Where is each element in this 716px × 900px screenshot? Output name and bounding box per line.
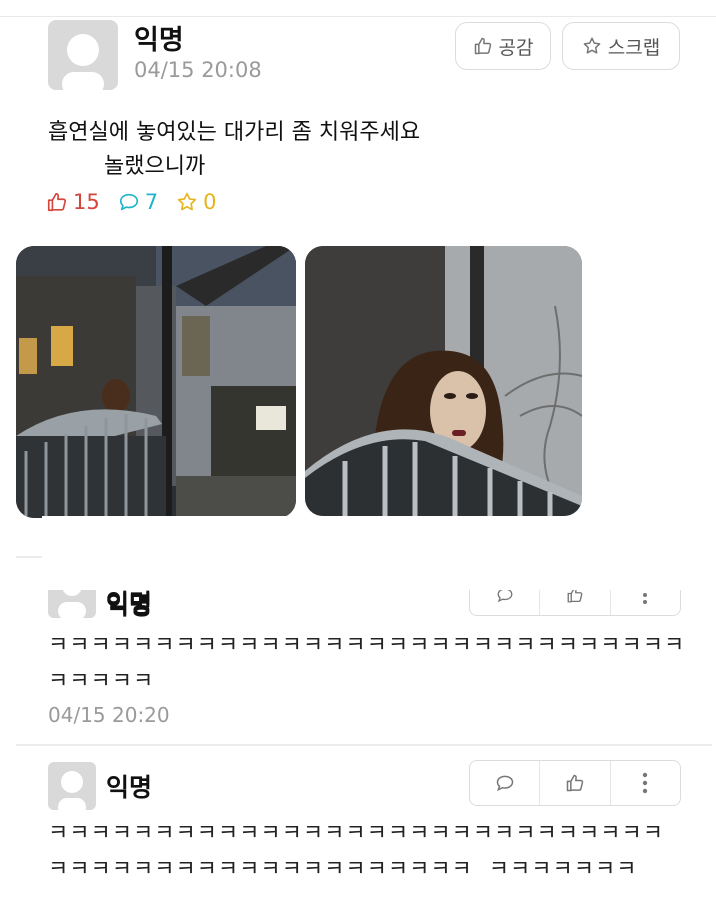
comment-author-visible: 익명 — [106, 591, 153, 620]
scrap-count: 0 — [176, 190, 216, 214]
photo-mannequin-head — [305, 246, 582, 516]
post-photo-2[interactable] — [305, 246, 582, 516]
star-icon — [583, 37, 601, 54]
star-icon — [177, 192, 197, 211]
comment-text: ㅋㅋㅋㅋㅋㅋㅋㅋㅋㅋㅋㅋㅋㅋㅋㅋㅋㅋㅋㅋㅋㅋㅋㅋㅋㅋㅋㅋㅋㅋㅋㅋㅋㅋㅋ — [48, 633, 686, 694]
comment-text-line: ㅋㅋㅋㅋㅋㅋㅋㅋㅋㅋㅋㅋㅋㅋㅋㅋㅋㅋㅋㅋ ㅋㅋㅋㅋㅋㅋㅋ — [48, 857, 638, 882]
image-cover-lower — [42, 548, 716, 590]
comment-reply-button[interactable] — [470, 761, 541, 805]
thumbs-up-icon — [566, 774, 584, 792]
thumbs-up-icon — [474, 37, 491, 55]
top-divider — [0, 16, 716, 17]
photo-smoking-area-wide — [16, 246, 296, 518]
post-stats: 15 7 0 — [46, 190, 216, 214]
like-button-label: 공감 — [498, 36, 534, 59]
like-count-value: 15 — [73, 190, 100, 214]
post-timestamp: 04/15 20:08 — [134, 58, 262, 82]
post-author: 익명 — [134, 25, 184, 56]
scrap-button-label: 스크랩 — [607, 36, 661, 59]
comment-timestamp: 04/15 20:20 — [48, 703, 170, 727]
post-body-line: 놀랬으니까 — [104, 154, 206, 179]
comment-actions — [469, 760, 681, 806]
like-button[interactable]: 공감 — [455, 22, 551, 70]
comment-divider — [16, 744, 712, 746]
comment-avatar — [48, 762, 96, 810]
speech-bubble-icon — [496, 775, 513, 792]
more-vertical-icon — [643, 772, 648, 794]
comment-more-button[interactable] — [611, 761, 680, 805]
post-avatar — [48, 20, 118, 90]
comment-like-button[interactable] — [540, 761, 611, 805]
comment-author: 익명 — [106, 773, 153, 802]
scrap-count-value: 0 — [203, 190, 217, 214]
like-count: 15 — [46, 190, 100, 214]
post-body: 흡연실에 놓여있는 대가리 좀 치워주세요 놀랬으니까 — [48, 116, 420, 184]
speech-bubble-icon — [119, 193, 138, 211]
comment-text-line: ㅋㅋㅋㅋㅋㅋㅋㅋㅋㅋㅋㅋㅋㅋㅋㅋㅋㅋㅋㅋㅋㅋㅋㅋㅋㅋㅋㅋㅋ — [48, 821, 664, 846]
default-user-icon — [58, 771, 86, 810]
scrap-button[interactable]: 스크랩 — [562, 22, 680, 70]
post-photo-1[interactable] — [16, 246, 296, 518]
default-user-icon — [62, 34, 104, 90]
post-body-line: 흡연실에 놓여있는 대가리 좀 치워주세요 — [48, 120, 421, 145]
thumbs-up-icon — [47, 192, 67, 212]
comment-count: 7 — [118, 190, 158, 214]
comment-count-value: 7 — [144, 190, 159, 214]
comment-text: ㅋㅋㅋㅋㅋㅋㅋㅋㅋㅋㅋㅋㅋㅋㅋㅋㅋㅋㅋㅋㅋㅋㅋㅋㅋㅋㅋㅋㅋ ㅋㅋㅋㅋㅋㅋㅋㅋㅋㅋ… — [48, 816, 698, 888]
